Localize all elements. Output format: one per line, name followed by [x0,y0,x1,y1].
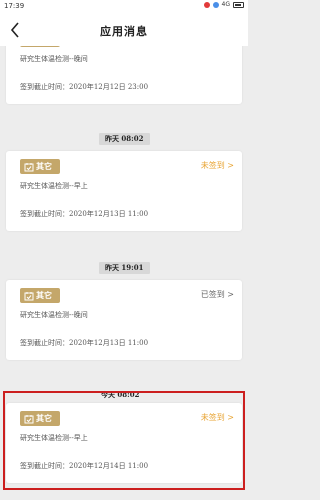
category-tag: 其它 [20,288,60,303]
category-label: 其它 [36,290,52,300]
date-separator: 昨天 19:01 [99,262,150,274]
category-tag: 其它 [20,46,60,47]
message-card[interactable]: 其它 研究生体温检测--晚间 签到截止时间：2020年12月12日 23:00 [6,46,242,104]
app-badge-icon [212,1,219,8]
nav-bar: 应用消息 [0,14,248,46]
message-subject: 研究生体温检测--早上 [20,182,88,190]
highlight-box [3,391,245,490]
network-type: 4G [221,1,230,8]
message-card[interactable]: 其它 已签到 > 研究生体温检测--晚间 签到截止时间：2020年12月13日 … [6,280,242,360]
message-deadline: 签到截止时间：2020年12月12日 23:00 [20,83,149,91]
calendar-check-icon [23,161,34,172]
battery-icon [233,1,244,8]
notification-dot-icon [203,1,210,8]
message-subject: 研究生体温检测--晚间 [20,311,88,319]
message-subject: 研究生体温检测--晚间 [20,55,88,63]
calendar-check-icon [23,290,34,301]
category-label: 其它 [36,161,52,171]
category-tag: 其它 [20,159,60,174]
page-title: 应用消息 [100,25,148,38]
status-icons: 4G [203,1,244,8]
status-time: 17:39 [4,2,25,10]
date-separator: 昨天 08:02 [99,133,150,145]
message-deadline: 签到截止时间：2020年12月13日 11:00 [20,210,149,218]
message-deadline: 签到截止时间：2020年12月13日 11:00 [20,339,149,347]
message-list[interactable]: 其它 研究生体温检测--晚间 签到截止时间：2020年12月12日 23:00 … [0,46,248,500]
message-card[interactable]: 其它 未签到 > 研究生体温检测--早上 签到截止时间：2020年12月13日 … [6,151,242,231]
sign-status-link[interactable]: 已签到 > [201,289,234,300]
status-bar: 17:39 4G [0,0,248,14]
sign-status-link[interactable]: 未签到 > [201,160,234,171]
